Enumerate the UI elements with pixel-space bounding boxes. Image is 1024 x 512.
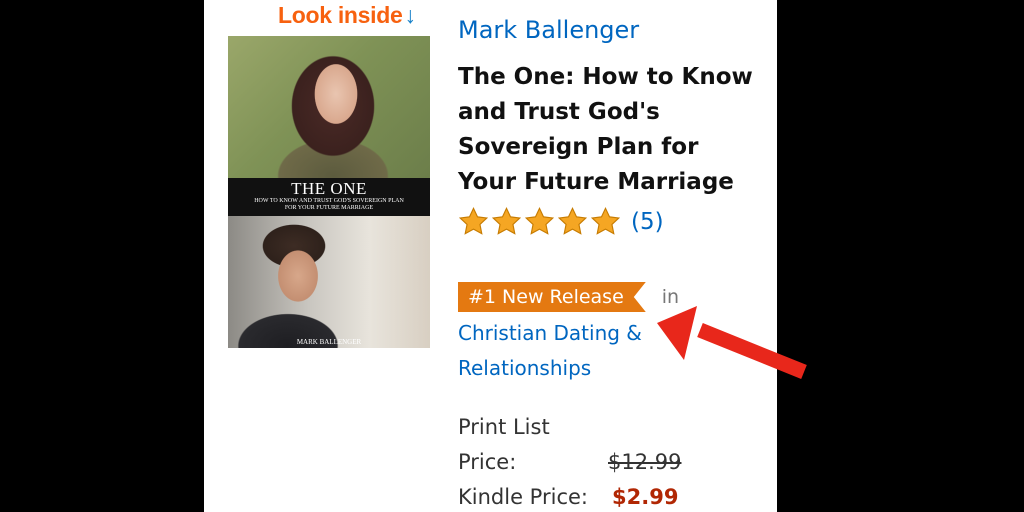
cover-man-photo (228, 216, 430, 348)
product-title: The One: How to Know and Trust God's Sov… (458, 64, 753, 195)
star-icon (590, 206, 621, 235)
book-cover-image[interactable]: THE ONE HOW TO KNOW AND TRUST GOD'S SOVE… (228, 36, 430, 348)
kindle-price-label: Kindle Price: (458, 485, 588, 509)
badge-in-text: in (661, 286, 680, 308)
new-release-row: #1 New Release in (458, 282, 679, 312)
star-icon (458, 206, 489, 235)
look-inside-link[interactable]: Look inside↓ (278, 2, 416, 29)
cover-woman-photo (228, 36, 430, 178)
kindle-price-row: Kindle Price: $2.99 (458, 480, 681, 512)
cover-subtitle: HOW TO KNOW AND TRUST GOD'S SOVEREIGN PL… (254, 198, 404, 211)
author-link[interactable]: Mark Ballenger (458, 16, 639, 44)
star-icon (524, 206, 555, 235)
print-price-label: Print List Price: (458, 415, 550, 474)
cover-title: THE ONE (291, 179, 367, 198)
star-rating[interactable]: (5) (458, 206, 664, 237)
new-release-badge[interactable]: #1 New Release (458, 282, 646, 312)
star-icon (491, 206, 522, 235)
category-link[interactable]: Christian Dating & Relationships (458, 316, 688, 386)
look-inside-label: Look inside (278, 2, 403, 28)
review-count-link[interactable]: (5) (631, 209, 664, 235)
cover-title-band: THE ONE HOW TO KNOW AND TRUST GOD'S SOVE… (228, 178, 430, 216)
down-arrow-icon: ↓ (404, 2, 417, 28)
print-price-row: Print List Price: $12.99 (458, 410, 681, 480)
cover-author: MARK BALLENGER (296, 338, 362, 346)
product-panel: Look inside↓ THE ONE HOW TO KNOW AND TRU… (204, 0, 777, 512)
star-icon (557, 206, 588, 235)
kindle-price-value: $2.99 (612, 485, 679, 509)
stars-group (458, 206, 623, 237)
price-block: Print List Price: $12.99 Kindle Price: $… (458, 410, 681, 512)
print-price-value: $12.99 (608, 450, 682, 474)
